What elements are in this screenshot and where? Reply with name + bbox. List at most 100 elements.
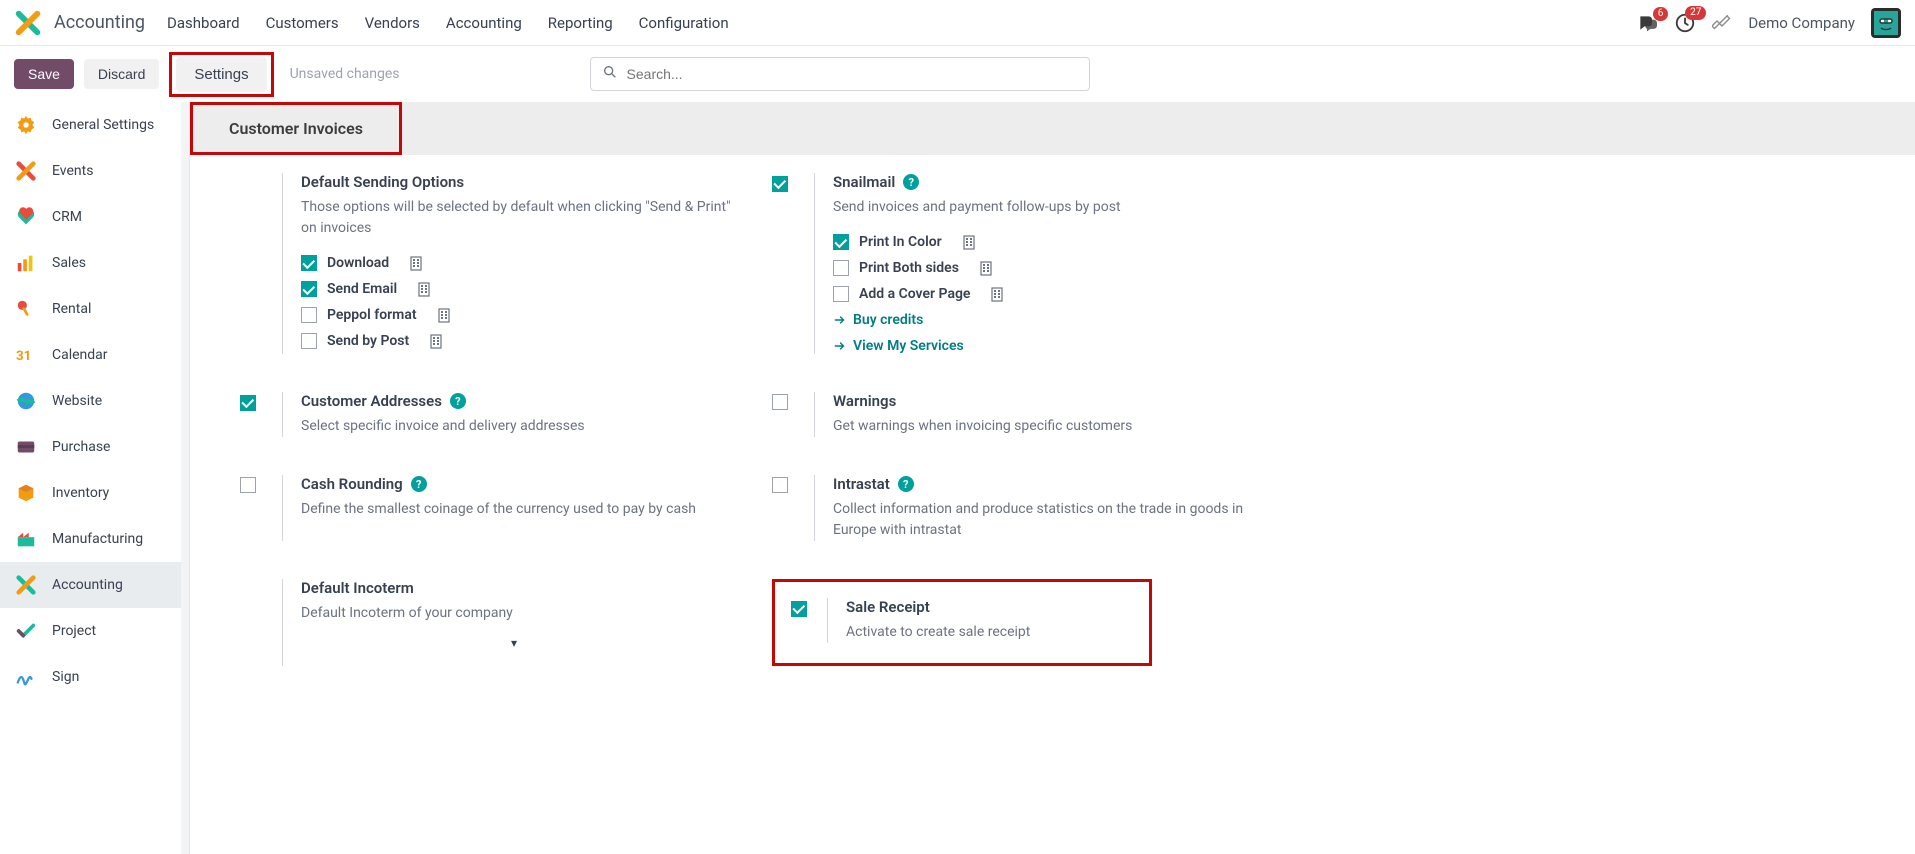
setting-snailmail: Snailmail? Send invoices and payment fol… [772, 173, 1304, 354]
sidebar-item-label: Project [52, 623, 96, 639]
menu-dashboard[interactable]: Dashboard [167, 14, 240, 32]
activities-badge: 27 [1685, 6, 1706, 20]
sidebar-item-website[interactable]: Website [0, 378, 189, 424]
sidebar-item-accounting[interactable]: Accounting [0, 562, 189, 608]
setting-title: Default Incoterm [301, 579, 772, 597]
menu-reporting[interactable]: Reporting [548, 14, 613, 32]
save-button[interactable]: Save [14, 59, 74, 89]
sidebar-item-label: Events [52, 163, 93, 179]
opt-label: Send by Post [327, 333, 409, 349]
top-menu: Dashboard Customers Vendors Accounting R… [167, 14, 1636, 32]
sidebar-item-crm[interactable]: CRM [0, 194, 189, 240]
unsaved-indicator: Unsaved changes [290, 66, 400, 82]
accounting-icon [14, 573, 38, 597]
opt-label: Send Email [327, 281, 397, 297]
sidebar-item-label: Calendar [52, 347, 108, 363]
checkbox-print-both[interactable] [833, 260, 849, 276]
sidebar-item-sign[interactable]: Sign [0, 654, 189, 700]
manufacturing-icon [14, 527, 38, 551]
rental-icon [14, 297, 38, 321]
opt-label: Add a Cover Page [859, 286, 970, 302]
link-buy-credits[interactable]: Buy credits [833, 312, 1304, 328]
building-icon[interactable] [979, 261, 993, 276]
checkbox-cash-rounding[interactable] [240, 477, 256, 493]
incoterm-dropdown[interactable]: ▾ [511, 636, 772, 650]
avatar[interactable] [1871, 8, 1901, 38]
setting-sale-receipt-wrap: Sale Receipt Activate to create sale rec… [772, 579, 1152, 666]
setting-warnings: Warnings Get warnings when invoicing spe… [772, 392, 1304, 437]
setting-desc: Get warnings when invoicing specific cus… [833, 416, 1273, 437]
purchase-icon [14, 435, 38, 459]
opt-label: Download [327, 255, 389, 271]
checkbox-snailmail[interactable] [772, 176, 788, 192]
sidebar-item-manufacturing[interactable]: Manufacturing [0, 516, 189, 562]
setting-cash-rounding: Cash Rounding? Define the smallest coina… [240, 475, 772, 541]
menu-accounting[interactable]: Accounting [446, 14, 522, 32]
settings-main: Customer Invoices Default Sending Option… [190, 102, 1915, 854]
help-icon[interactable]: ? [411, 476, 427, 492]
events-icon [14, 159, 38, 183]
checkbox-sale-receipt[interactable] [791, 601, 807, 617]
building-icon[interactable] [437, 308, 451, 323]
sidebar-item-label: Website [52, 393, 102, 409]
setting-desc: Collect information and produce statisti… [833, 499, 1273, 541]
checkbox-intrastat[interactable] [772, 477, 788, 493]
sidebar-item-inventory[interactable]: Inventory [0, 470, 189, 516]
activities-icon[interactable]: 27 [1674, 12, 1696, 34]
checkbox-send-post[interactable] [301, 333, 317, 349]
section-title: Customer Invoices [193, 105, 399, 152]
sidebar-item-sales[interactable]: Sales [0, 240, 189, 286]
building-icon[interactable] [962, 235, 976, 250]
setting-desc: Those options will be selected by defaul… [301, 197, 741, 239]
setting-desc: Select specific invoice and delivery add… [301, 416, 741, 437]
building-icon[interactable] [990, 287, 1004, 302]
website-icon [14, 389, 38, 413]
checkbox-customer-addresses[interactable] [240, 395, 256, 411]
opt-label: Print In Color [859, 234, 942, 250]
sidebar-scrollbar[interactable] [181, 102, 189, 854]
control-bar: Save Discard Settings Unsaved changes [0, 46, 1915, 102]
checkbox-peppol[interactable] [301, 307, 317, 323]
sidebar-item-calendar[interactable]: 31 Calendar [0, 332, 189, 378]
discard-button[interactable]: Discard [84, 59, 159, 89]
menu-vendors[interactable]: Vendors [365, 14, 420, 32]
setting-title: Intrastat [833, 475, 890, 493]
sidebar-item-events[interactable]: Events [0, 148, 189, 194]
messages-icon[interactable]: 6 [1636, 13, 1658, 33]
help-icon[interactable]: ? [898, 476, 914, 492]
building-icon[interactable] [417, 282, 431, 297]
search-input[interactable] [590, 57, 1090, 91]
menu-configuration[interactable]: Configuration [639, 14, 729, 32]
opt-label: Peppol format [327, 307, 417, 323]
inventory-icon [14, 481, 38, 505]
sidebar-item-project[interactable]: Project [0, 608, 189, 654]
settings-breadcrumb[interactable]: Settings [176, 57, 266, 92]
setting-title: Customer Addresses [301, 392, 442, 410]
checkbox-send-email[interactable] [301, 281, 317, 297]
building-icon[interactable] [409, 256, 423, 271]
checkbox-warnings[interactable] [772, 394, 788, 410]
sidebar-item-general-settings[interactable]: General Settings [0, 102, 189, 148]
sidebar-item-label: CRM [52, 209, 82, 225]
checkbox-cover-page[interactable] [833, 286, 849, 302]
building-icon[interactable] [429, 334, 443, 349]
svg-text:31: 31 [16, 349, 31, 364]
setting-desc: Default Incoterm of your company [301, 603, 741, 624]
menu-customers[interactable]: Customers [266, 14, 339, 32]
help-icon[interactable]: ? [903, 174, 919, 190]
app-name[interactable]: Accounting [54, 12, 145, 33]
company-selector[interactable]: Demo Company [1748, 14, 1855, 32]
sidebar-item-purchase[interactable]: Purchase [0, 424, 189, 470]
help-icon[interactable]: ? [450, 393, 466, 409]
top-nav: Accounting Dashboard Customers Vendors A… [0, 0, 1915, 46]
sidebar-item-rental[interactable]: Rental [0, 286, 189, 332]
checkbox-download[interactable] [301, 255, 317, 271]
checkbox-print-color[interactable] [833, 234, 849, 250]
setting-default-incoterm: Default Incoterm Default Incoterm of you… [240, 579, 772, 666]
messages-badge: 6 [1653, 7, 1669, 21]
section-header-highlight: Customer Invoices [190, 102, 402, 155]
sidebar-item-label: Accounting [52, 577, 123, 593]
search-wrap [590, 57, 1090, 91]
link-view-services[interactable]: View My Services [833, 338, 1304, 354]
debug-icon[interactable] [1712, 11, 1732, 35]
